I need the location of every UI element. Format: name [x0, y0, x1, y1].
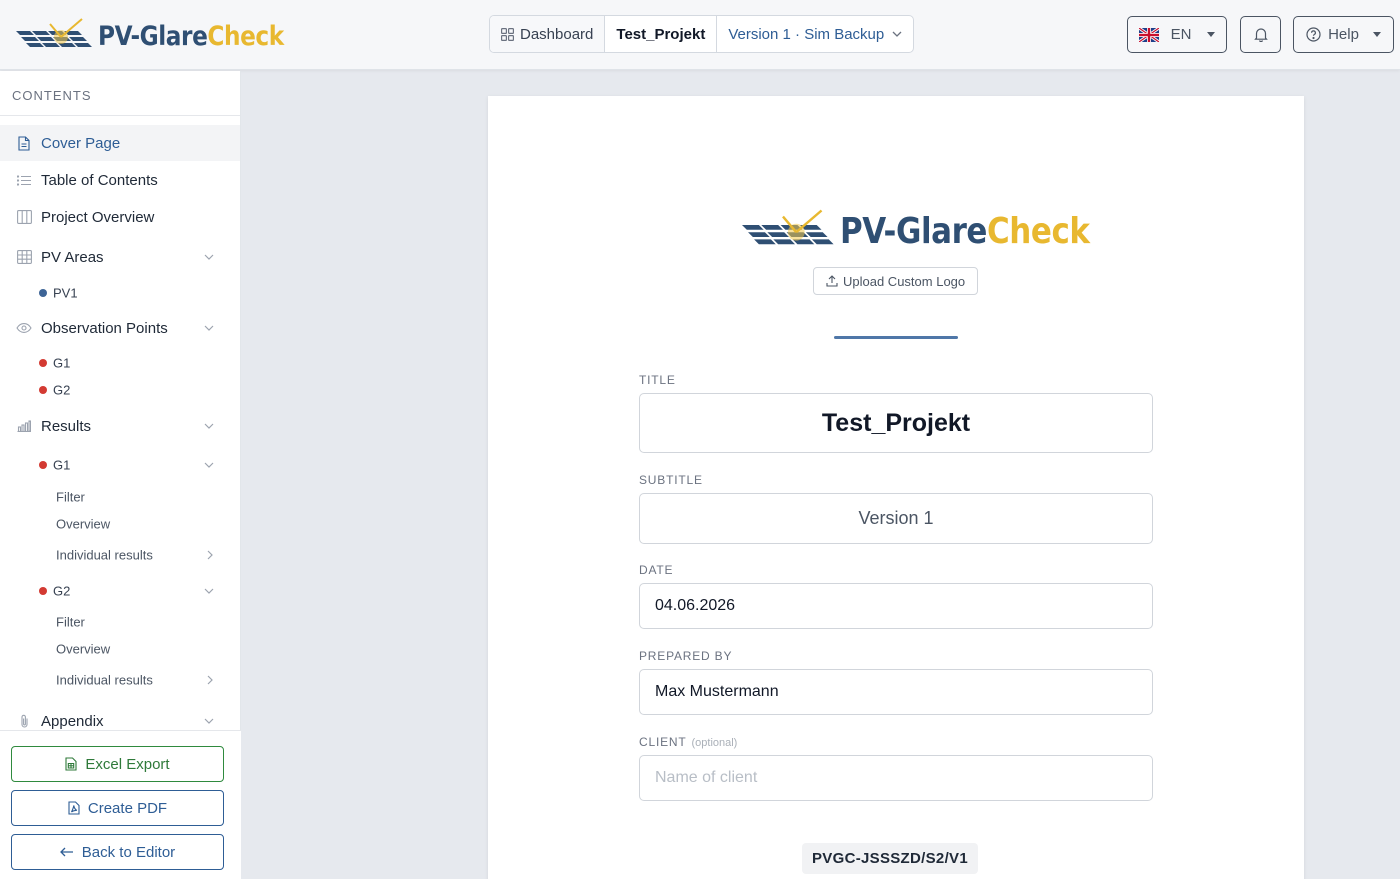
- solar-panel-icon: [16, 18, 92, 47]
- sidebar-item-pv-areas[interactable]: PV Areas: [0, 239, 240, 275]
- breadcrumb-dashboard-label: Dashboard: [520, 25, 594, 43]
- pv-area-dot: [39, 289, 47, 297]
- question-circle-icon: [1306, 27, 1321, 42]
- cover-page-preview: PV-GlareCheck Upload Custom Logo TITLE T…: [488, 96, 1304, 879]
- subtitle-value: Version 1: [858, 508, 934, 528]
- help-menu[interactable]: Help: [1293, 16, 1394, 53]
- arrow-left-icon: [59, 847, 73, 857]
- help-label: Help: [1328, 26, 1359, 43]
- language-select[interactable]: EN: [1127, 16, 1227, 53]
- subtitle-input[interactable]: Version 1: [639, 493, 1153, 544]
- breadcrumb: Dashboard Test_Projekt Version 1 · Sim B…: [489, 15, 915, 53]
- sidebar-item-results-g1[interactable]: G1: [0, 452, 240, 478]
- breadcrumb-dashboard[interactable]: Dashboard: [490, 16, 606, 52]
- project-code-badge: PVGC-JSSSZD/S2/V1: [802, 843, 978, 874]
- app-header: PV-GlareCheck Dashboard Test_Projekt Ver…: [0, 0, 1400, 70]
- columns-icon: [16, 209, 32, 225]
- cover-wordmark: PV-GlareCheck: [840, 210, 1090, 252]
- caret-down-icon: [1372, 32, 1381, 37]
- cover-logo: PV-GlareCheck: [742, 208, 1130, 254]
- date-label: DATE: [639, 563, 674, 577]
- chevron-right-icon: [207, 675, 213, 685]
- observation-point-dot: [39, 587, 47, 595]
- sidebar-item-g1-filter[interactable]: Filter: [0, 484, 240, 510]
- breadcrumb-project[interactable]: Test_Projekt: [605, 16, 718, 52]
- client-optional-hint: (optional): [691, 737, 738, 749]
- sidebar-item-g1-individual-results[interactable]: Individual results: [0, 542, 240, 568]
- chevron-down-icon: [204, 423, 214, 429]
- sidebar-item-g2-filter[interactable]: Filter: [0, 609, 240, 635]
- chevron-down-icon: [204, 588, 214, 594]
- chevron-down-icon: [204, 325, 214, 331]
- list-icon: [16, 172, 32, 188]
- brand-logo[interactable]: PV-GlareCheck: [16, 18, 314, 54]
- sidebar-item-g1-overview[interactable]: Overview: [0, 511, 240, 537]
- uk-flag-icon: [1138, 27, 1159, 42]
- eye-icon: [16, 320, 32, 336]
- solar-panel-icon: [742, 209, 834, 245]
- sidebar-item-pv1[interactable]: PV1: [0, 280, 240, 306]
- sidebar-heading: CONTENTS: [0, 71, 240, 116]
- grid-table-icon: [16, 249, 32, 265]
- upload-custom-logo-label: Upload Custom Logo: [843, 273, 966, 289]
- date-value: 04.06.2026: [655, 597, 736, 614]
- chevron-down-icon: [892, 31, 902, 37]
- brand-wordmark: PV-GlareCheck: [98, 20, 284, 52]
- breadcrumb-project-label: Test_Projekt: [616, 25, 706, 43]
- subtitle-label: SUBTITLE: [639, 473, 703, 487]
- sidebar-item-g2-individual-results[interactable]: Individual results: [0, 667, 240, 693]
- upload-icon: [826, 275, 838, 287]
- excel-export-button[interactable]: Excel Export: [11, 746, 224, 782]
- chevron-down-icon: [204, 462, 214, 468]
- upload-custom-logo-button[interactable]: Upload Custom Logo: [813, 267, 979, 295]
- contents-sidebar: CONTENTS Cover Page Table of Contents Pr…: [0, 71, 241, 879]
- create-pdf-button[interactable]: Create PDF: [11, 790, 224, 826]
- sidebar-item-table-of-contents[interactable]: Table of Contents: [0, 162, 240, 198]
- title-input[interactable]: Test_Projekt: [639, 393, 1153, 453]
- chevron-right-icon: [207, 550, 213, 560]
- grid-icon: [501, 27, 514, 41]
- version-select[interactable]: Version 1 · Sim Backup: [717, 16, 913, 52]
- divider: [834, 336, 958, 339]
- client-label: CLIENT (optional): [639, 735, 738, 749]
- sidebar-actions: Excel Export Create PDF Back to Editor: [0, 730, 241, 879]
- back-to-editor-label: Back to Editor: [81, 843, 176, 861]
- date-input[interactable]: 04.06.2026: [639, 583, 1153, 629]
- chevron-down-icon: [204, 718, 214, 724]
- bar-chart-icon: [16, 418, 32, 434]
- title-value: Test_Projekt: [821, 408, 971, 437]
- sidebar-item-cover-page[interactable]: Cover Page: [0, 125, 240, 161]
- observation-point-dot: [39, 359, 47, 367]
- sidebar-item-results[interactable]: Results: [0, 408, 240, 444]
- chevron-down-icon: [204, 254, 214, 260]
- paperclip-icon: [16, 713, 32, 729]
- client-placeholder: Name of client: [655, 769, 758, 786]
- client-input[interactable]: Name of client: [639, 755, 1153, 801]
- document-icon: [16, 135, 32, 151]
- title-label: TITLE: [639, 373, 676, 387]
- sidebar-item-results-g2[interactable]: G2: [0, 578, 240, 604]
- prepared-by-label: PREPARED BY: [639, 649, 733, 663]
- notifications-button[interactable]: [1240, 16, 1281, 53]
- create-pdf-label: Create PDF: [87, 799, 168, 817]
- caret-down-icon: [1207, 32, 1216, 37]
- observation-point-dot: [39, 386, 47, 394]
- bell-icon: [1253, 28, 1268, 42]
- pdf-file-icon: [68, 801, 80, 815]
- back-to-editor-button[interactable]: Back to Editor: [11, 834, 224, 870]
- sidebar-item-observation-g1[interactable]: G1: [0, 350, 240, 376]
- spreadsheet-icon: [65, 757, 77, 771]
- version-select-label: Version 1 · Sim Backup: [728, 25, 885, 43]
- sidebar-item-g2-overview[interactable]: Overview: [0, 636, 240, 662]
- language-label: EN: [1170, 26, 1192, 43]
- sidebar-item-observation-points[interactable]: Observation Points: [0, 310, 240, 346]
- observation-point-dot: [39, 461, 47, 469]
- prepared-by-value: Max Mustermann: [655, 683, 779, 700]
- excel-export-label: Excel Export: [85, 755, 170, 773]
- prepared-by-input[interactable]: Max Mustermann: [639, 669, 1153, 715]
- sidebar-item-observation-g2[interactable]: G2: [0, 377, 240, 403]
- sidebar-item-project-overview[interactable]: Project Overview: [0, 199, 240, 235]
